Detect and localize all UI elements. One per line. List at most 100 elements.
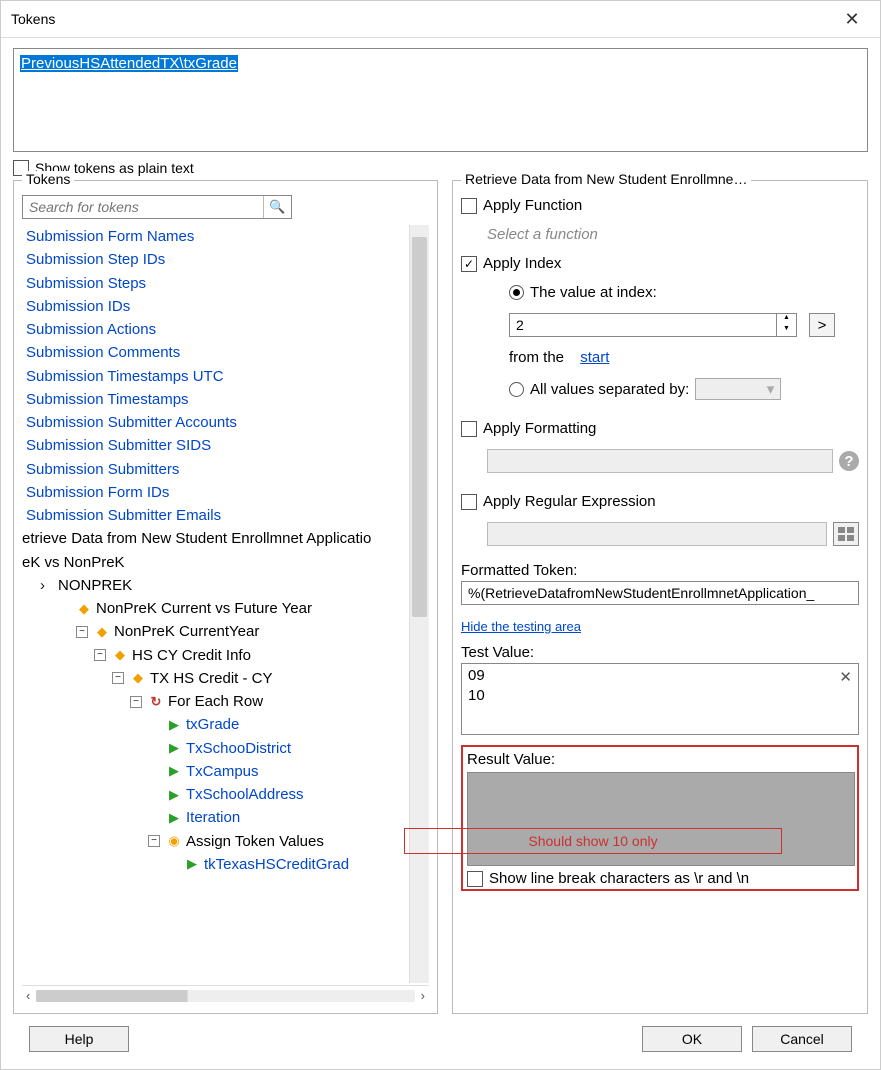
retrieve-groupbox: Retrieve Data from New Student Enrollmne…	[452, 180, 868, 1014]
tree-node[interactable]: NonPreK CurrentYear	[114, 620, 259, 643]
all-values-label: All values separated by:	[530, 381, 689, 398]
token-plain-item[interactable]: eK vs NonPreK	[22, 551, 409, 574]
play-icon: ▶	[166, 787, 182, 803]
apply-regex-checkbox[interactable]	[461, 494, 477, 510]
diamond-icon: ◆	[130, 670, 146, 686]
loop-icon: ↻	[148, 694, 164, 710]
token-link-item[interactable]: Submission Timestamps	[26, 388, 409, 411]
token-link-item[interactable]: Submission Timestamps UTC	[26, 365, 409, 388]
close-icon[interactable]: ✕	[836, 7, 868, 31]
test-value-label: Test Value:	[461, 644, 859, 661]
spin-up-icon[interactable]: ▲	[777, 314, 796, 325]
vertical-scrollbar[interactable]	[409, 225, 429, 983]
collapse-icon[interactable]: −	[76, 626, 88, 638]
search-input[interactable]	[23, 196, 263, 218]
tree-leaf[interactable]: Iteration	[186, 806, 240, 829]
play-icon: ▶	[166, 810, 182, 826]
token-link-item[interactable]: Submission IDs	[26, 295, 409, 318]
diamond-icon: ◆	[112, 647, 128, 663]
hide-testing-link[interactable]: Hide the testing area	[461, 619, 581, 634]
regex-builder-button[interactable]	[833, 522, 859, 546]
tree-node[interactable]: Assign Token Values	[186, 830, 324, 853]
show-line-breaks-checkbox[interactable]	[467, 871, 483, 887]
spin-down-icon[interactable]: ▼	[777, 325, 796, 336]
annotation-callout: Should show 10 only	[404, 828, 782, 854]
tree-leaf[interactable]: TxSchoolAddress	[186, 783, 304, 806]
scroll-right-icon[interactable]: ›	[421, 988, 425, 1003]
apply-index-label: Apply Index	[483, 255, 561, 272]
token-link-item[interactable]: Submission Step IDs	[26, 248, 409, 271]
formatting-input	[487, 449, 833, 473]
tree-leaf[interactable]: TxSchooDistrict	[186, 737, 291, 760]
retrieve-legend: Retrieve Data from New Student Enrollmne…	[461, 171, 751, 187]
show-line-breaks-label: Show line break characters as \r and \n	[489, 870, 749, 887]
collapse-icon[interactable]: −	[148, 835, 160, 847]
apply-function-label: Apply Function	[483, 197, 582, 214]
collapse-icon[interactable]: −	[94, 649, 106, 661]
apply-formatting-checkbox[interactable]	[461, 421, 477, 437]
formatted-token-input[interactable]	[461, 581, 859, 605]
token-path-box[interactable]: PreviousHSAttendedTX\txGrade	[13, 48, 868, 152]
token-path-text: PreviousHSAttendedTX\txGrade	[20, 55, 238, 72]
token-link-item[interactable]: Submission Submitter Accounts	[26, 411, 409, 434]
value-at-index-radio[interactable]	[509, 285, 524, 300]
clear-icon[interactable]: ✕	[839, 668, 852, 688]
help-button[interactable]: Help	[29, 1026, 129, 1052]
ok-button[interactable]: OK	[642, 1026, 742, 1052]
assign-icon: ◉	[166, 833, 182, 849]
token-link-item[interactable]: Submission Comments	[26, 341, 409, 364]
window-title: Tokens	[11, 11, 55, 27]
play-icon: ▶	[166, 740, 182, 756]
token-link-item[interactable]: Submission Submitters	[26, 458, 409, 481]
help-icon[interactable]: ?	[839, 451, 859, 471]
tree-leaf[interactable]: TxCampus	[186, 760, 259, 783]
token-link-item[interactable]: Submission Form Names	[26, 225, 409, 248]
apply-function-checkbox[interactable]	[461, 198, 477, 214]
token-link-item[interactable]: Submission Submitter Emails	[26, 504, 409, 527]
apply-index-checkbox[interactable]	[461, 256, 477, 272]
play-icon: ▶	[166, 763, 182, 779]
apply-formatting-label: Apply Formatting	[483, 420, 596, 437]
token-link-item[interactable]: Submission Submitter SIDS	[26, 434, 409, 457]
regex-input	[487, 522, 827, 546]
tree-leaf[interactable]: tkTexasHSCreditGrad	[204, 853, 349, 876]
result-value-label: Result Value:	[465, 751, 857, 768]
result-value-display: Should show 10 only	[467, 772, 855, 866]
index-input[interactable]	[510, 314, 776, 336]
token-list[interactable]: Submission Form NamesSubmission Step IDs…	[22, 225, 409, 983]
horizontal-scrollbar[interactable]: ‹ ›	[22, 985, 429, 1005]
start-link[interactable]: start	[580, 349, 609, 366]
tokens-legend: Tokens	[22, 171, 74, 187]
result-container: Result Value: Should show 10 only Show l…	[461, 745, 859, 891]
tree-node[interactable]: NonPreK Current vs Future Year	[96, 597, 312, 620]
diamond-icon: ◆	[94, 624, 110, 640]
select-function-placeholder[interactable]: Select a function	[487, 226, 859, 243]
token-plain-item[interactable]: etrieve Data from New Student Enrollmnet…	[22, 527, 409, 550]
test-value-textarea[interactable]: 0910 ✕	[461, 663, 859, 735]
diamond-icon: ◆	[76, 601, 92, 617]
index-spinner[interactable]: ▲▼	[509, 313, 797, 337]
token-link-item[interactable]: Submission Steps	[26, 272, 409, 295]
play-icon: ▶	[166, 717, 182, 733]
separator-select: ▾	[695, 378, 781, 400]
tree-root[interactable]: NONPREK	[58, 574, 132, 597]
token-link-item[interactable]: Submission Form IDs	[26, 481, 409, 504]
scroll-left-icon[interactable]: ‹	[26, 988, 30, 1003]
search-tokens-field[interactable]: 🔍	[22, 195, 292, 219]
token-link-item[interactable]: Submission Actions	[26, 318, 409, 341]
tree-node[interactable]: HS CY Credit Info	[132, 644, 251, 667]
formatted-token-label: Formatted Token:	[461, 562, 859, 579]
greater-than-button[interactable]: >	[809, 313, 835, 337]
play-icon: ▶	[184, 856, 200, 872]
tree-node[interactable]: For Each Row	[168, 690, 263, 713]
cancel-button[interactable]: Cancel	[752, 1026, 852, 1052]
tree-node[interactable]: TX HS Credit - CY	[150, 667, 273, 690]
tree-leaf[interactable]: txGrade	[186, 713, 239, 736]
search-icon[interactable]: 🔍	[263, 196, 291, 218]
all-values-radio[interactable]	[509, 382, 524, 397]
collapse-icon[interactable]: −	[112, 672, 124, 684]
apply-regex-label: Apply Regular Expression	[483, 493, 656, 510]
titlebar: Tokens ✕	[1, 1, 880, 38]
collapse-icon[interactable]: −	[130, 696, 142, 708]
tokens-groupbox: Tokens 🔍 Submission Form NamesSubmission…	[13, 180, 438, 1014]
